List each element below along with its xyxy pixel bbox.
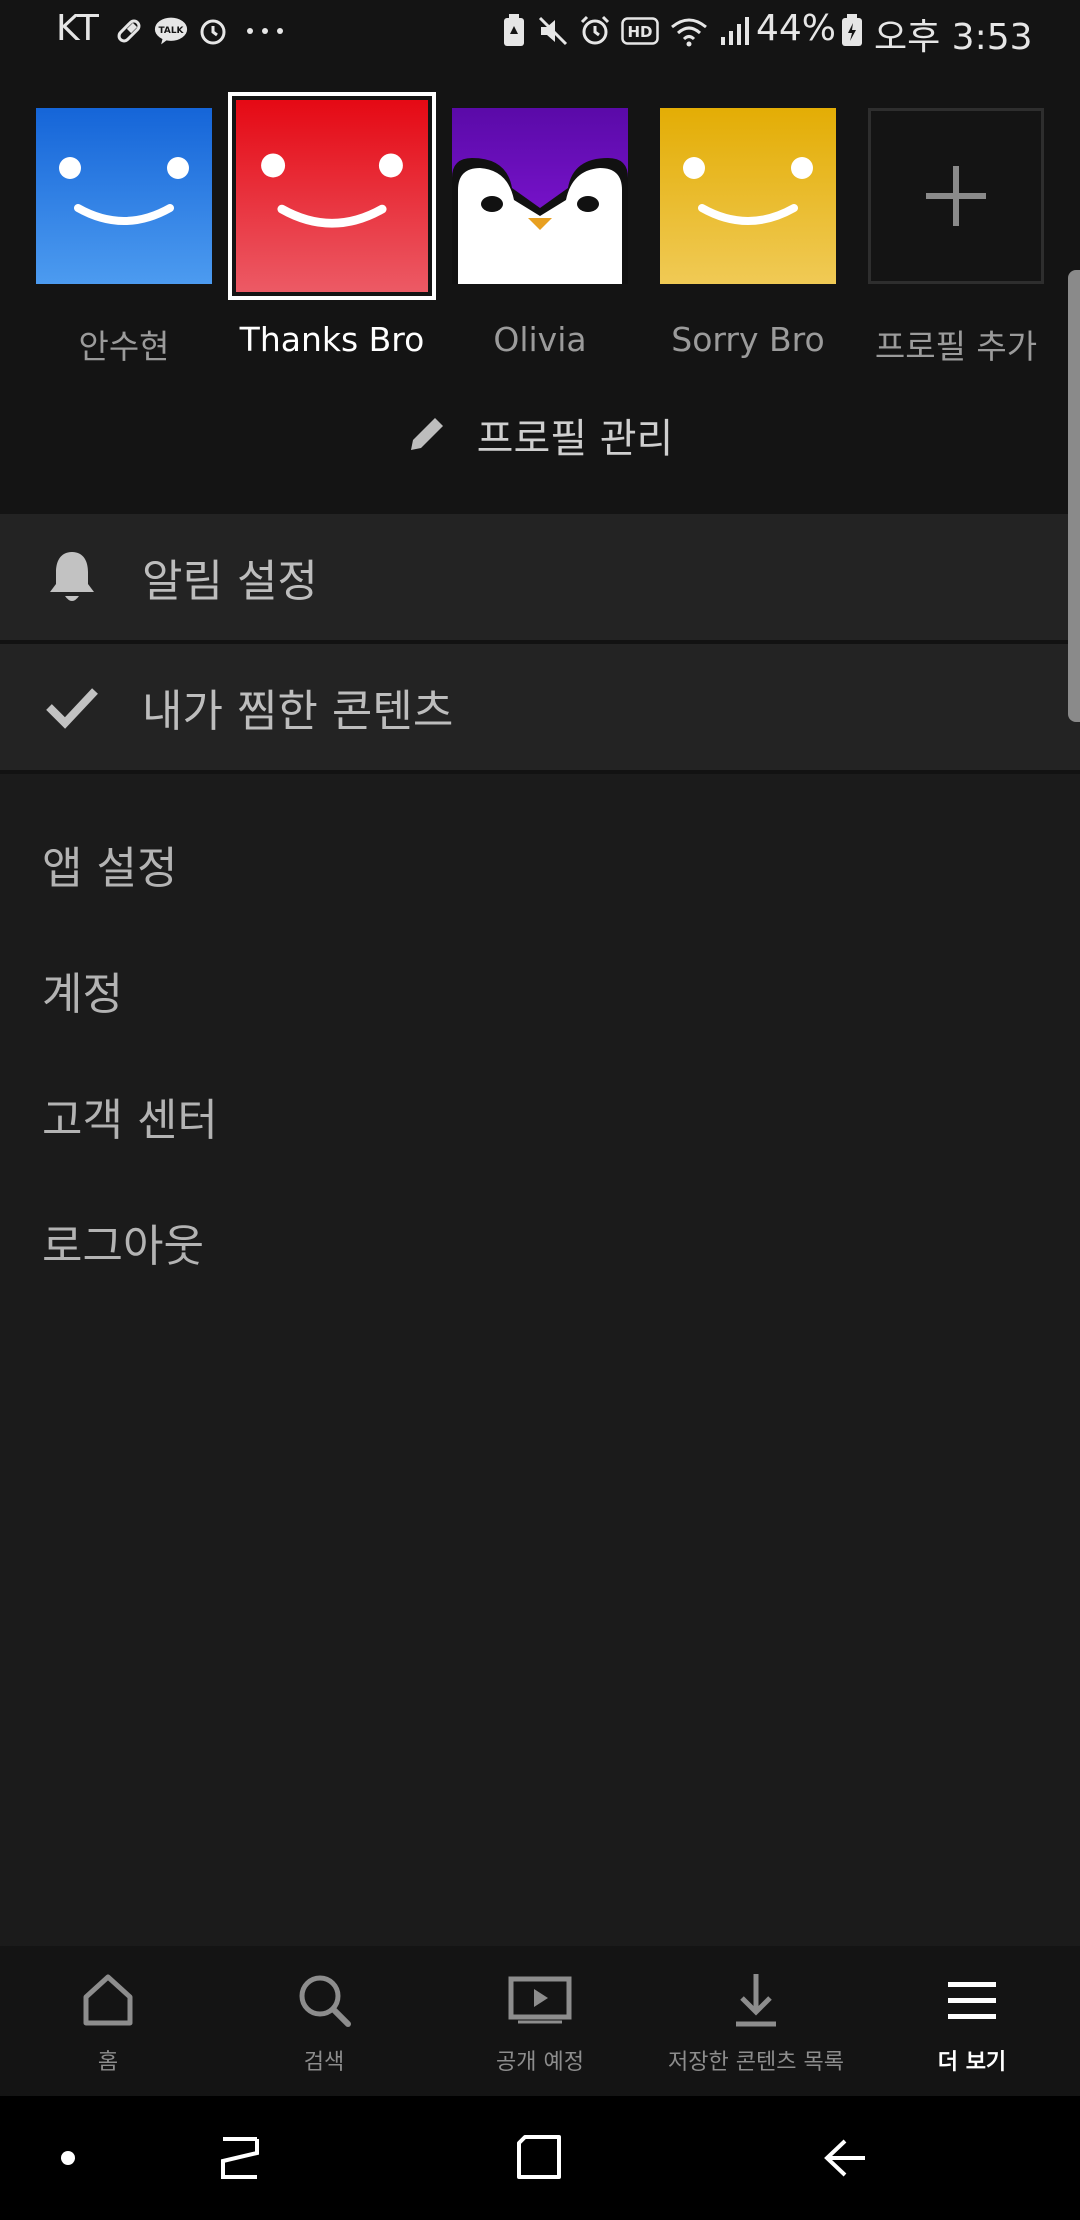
mute-icon xyxy=(536,14,570,48)
wifi-icon xyxy=(668,14,710,48)
add-profile-button[interactable]: 프로필 추가 xyxy=(868,108,1044,366)
selected-profile-frame xyxy=(228,92,436,300)
app-settings-item[interactable]: 앱 설정 xyxy=(42,832,177,896)
play-screen-icon xyxy=(508,1968,572,2032)
battery-icon xyxy=(840,14,864,48)
manage-profiles-button[interactable]: 프로필 관리 xyxy=(0,400,1080,470)
tab-label: 공개 예정 xyxy=(496,2050,584,2075)
status-bar: KT TALK HD 44% 오후 3:53 xyxy=(0,0,1080,62)
tab-more[interactable]: 더 보기 xyxy=(864,1946,1080,2096)
checkmark-icon xyxy=(44,679,100,735)
profile-sorry-bro[interactable]: Sorry Bro xyxy=(660,108,836,359)
logout-item[interactable]: 로그아웃 xyxy=(42,1210,204,1274)
home-button[interactable] xyxy=(480,2096,600,2220)
hd-icon: HD xyxy=(620,14,660,48)
battery-saver-icon xyxy=(500,14,528,48)
clock: 오후 3:53 xyxy=(874,17,1033,58)
my-list-row[interactable]: 내가 찜한 콘텐츠 xyxy=(0,644,1080,770)
pill-icon xyxy=(112,14,146,48)
smiley-face-icon xyxy=(683,157,813,225)
tab-downloads[interactable]: 저장한 콘텐츠 목록 xyxy=(648,1946,864,2096)
back-arrow-icon xyxy=(824,2139,865,2177)
avatar xyxy=(236,100,428,292)
profile-anseohyun[interactable]: 안수현 xyxy=(36,108,212,366)
home-icon xyxy=(76,1968,140,2032)
profile-name: 프로필 추가 xyxy=(874,327,1038,366)
status-left-icons: TALK xyxy=(112,12,292,50)
recent-apps-button[interactable] xyxy=(180,2096,300,2220)
tab-label: 검색 xyxy=(303,2050,345,2075)
smiley-face-icon xyxy=(59,157,189,225)
avatar xyxy=(36,108,212,284)
tab-label: 더 보기 xyxy=(937,2050,1007,2075)
carrier-label: KT xyxy=(56,8,99,49)
system-nav-bar xyxy=(0,2096,1080,2220)
svg-text:TALK: TALK xyxy=(159,26,185,36)
penguin-icon xyxy=(452,158,628,284)
scrollbar[interactable] xyxy=(1068,270,1080,722)
home-square-icon xyxy=(517,2135,561,2179)
profile-olivia[interactable]: Olivia xyxy=(452,108,628,359)
profile-name: 안수현 xyxy=(78,327,170,366)
back-button[interactable] xyxy=(784,2096,904,2220)
add-profile-box xyxy=(868,108,1044,284)
avatar xyxy=(660,108,836,284)
notification-settings-row[interactable]: 알림 설정 xyxy=(0,514,1080,640)
smiley-face-icon xyxy=(261,153,403,228)
alarm-icon xyxy=(578,14,612,48)
alarm-icon xyxy=(196,14,230,48)
account-item[interactable]: 계정 xyxy=(42,958,123,1022)
row-label: 알림 설정 xyxy=(142,556,318,607)
bottom-tab-bar: 홈 검색 공개 예정 저장한 콘텐츠 목록 더 보기 xyxy=(0,1946,1080,2096)
dot-icon xyxy=(61,2151,75,2165)
menu-icon xyxy=(940,1968,1004,2032)
avatar xyxy=(452,108,628,284)
bell-icon xyxy=(44,549,100,605)
more-dots-icon xyxy=(238,14,292,48)
divider xyxy=(0,770,1080,774)
row-label: 내가 찜한 콘텐츠 xyxy=(142,686,454,737)
profile-thanks-bro[interactable]: Thanks Bro xyxy=(228,92,436,359)
status-right-icons: HD xyxy=(500,12,752,50)
tab-coming-soon[interactable]: 공개 예정 xyxy=(432,1946,648,2096)
tab-search[interactable]: 검색 xyxy=(216,1946,432,2096)
tab-label: 홈 xyxy=(97,2050,119,2075)
customer-center-item[interactable]: 고객 센터 xyxy=(42,1084,218,1148)
pencil-icon xyxy=(407,412,449,458)
search-icon xyxy=(292,1968,356,2032)
download-icon xyxy=(724,1968,788,2032)
tab-home[interactable]: 홈 xyxy=(0,1946,216,2096)
recent-apps-icon xyxy=(221,2137,259,2179)
profile-name: Olivia xyxy=(493,320,587,359)
tab-label: 저장한 콘텐츠 목록 xyxy=(668,2050,844,2075)
svg-text:HD: HD xyxy=(627,23,652,41)
kakaotalk-icon: TALK xyxy=(154,14,188,48)
battery-percent: 44% xyxy=(756,8,837,49)
nav-dot-button[interactable] xyxy=(8,2096,128,2220)
profile-name: Thanks Bro xyxy=(239,320,425,359)
plus-icon xyxy=(926,166,986,226)
manage-profiles-label: 프로필 관리 xyxy=(476,416,674,462)
profile-name: Sorry Bro xyxy=(671,320,825,359)
signal-icon xyxy=(718,14,752,48)
